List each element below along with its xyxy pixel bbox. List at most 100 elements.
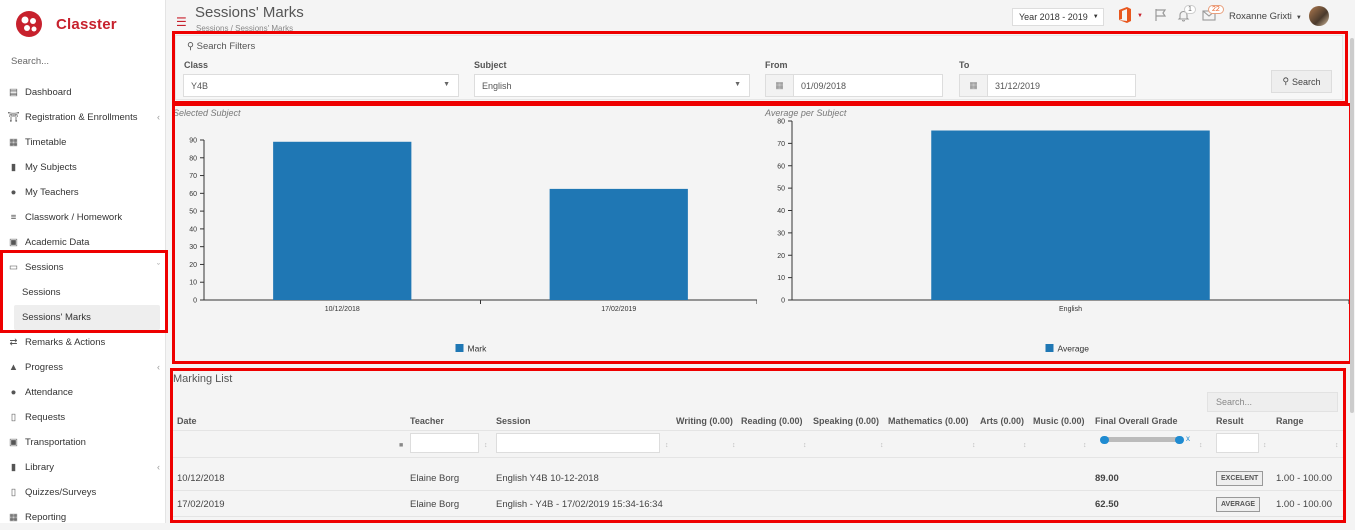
sidebar-subitem-sessions-marks[interactable]: Sessions' Marks	[14, 305, 160, 330]
sidebar-item-library[interactable]: ▮ Library ‹	[0, 455, 166, 480]
charts-area: Selected Subject Average per Subject 0 10…	[172, 106, 1350, 362]
range-clear-button[interactable]: x	[1186, 434, 1190, 443]
calendar-icon[interactable]: ▦	[959, 74, 987, 97]
app-logo[interactable]: Classter	[14, 8, 117, 40]
search-icon: ⚲	[1282, 76, 1290, 86]
sidebar-item-label: Requests	[25, 412, 66, 423]
sidebar-subitem-sessions[interactable]: Sessions	[0, 280, 166, 305]
y-tick-label: 10	[777, 275, 785, 282]
result-filter-input[interactable]	[1216, 433, 1259, 453]
calendar-icon[interactable]: ▦	[765, 74, 793, 97]
y-tick-label: 40	[189, 226, 197, 233]
sidebar-item-progress[interactable]: ▲ Progress ‹	[0, 355, 166, 380]
subject-select[interactable]: English ▼	[474, 74, 750, 97]
from-date-input[interactable]: 01/09/2018	[793, 74, 943, 97]
y-tick-label: 60	[777, 163, 785, 170]
user-menu[interactable]: Roxanne Grixti ▼	[1229, 11, 1302, 22]
grade-range-slider[interactable]	[1100, 435, 1184, 444]
sidebar-item-label: Reporting	[25, 512, 67, 523]
sidebar-item-my-teachers[interactable]: ● My Teachers	[0, 180, 166, 205]
id-card-icon: ▣	[9, 237, 18, 248]
y-tick-label: 80	[189, 155, 197, 162]
sidebar-item-label: Classwork / Homework	[25, 212, 123, 223]
class-select[interactable]: Y4B ▼	[183, 74, 459, 97]
sidebar-item-quizzes-surveys[interactable]: ▯ Quizzes/Surveys	[0, 480, 166, 505]
sidebar-item-registration-enrollments[interactable]: ⛩ Registration & Enrollments ‹	[0, 105, 166, 130]
sidebar-item-timetable[interactable]: ▦ Timetable	[0, 130, 166, 155]
sidebar-item-label: Attendance	[25, 387, 74, 398]
sidebar-item-label: Remarks & Actions	[25, 337, 106, 348]
bus-icon: ▣	[9, 437, 18, 448]
column-header-mathematics-0-00[interactable]: Mathematics (0.00)	[888, 416, 969, 426]
column-header-date[interactable]: Date	[177, 416, 197, 426]
sort-icon[interactable]: ↕	[732, 442, 736, 449]
sort-icon[interactable]: ↕	[1023, 442, 1027, 449]
sort-icon[interactable]: ↕	[665, 442, 669, 449]
session-filter-input[interactable]	[496, 433, 660, 453]
book-icon: ▮	[10, 162, 17, 173]
teacher-filter-input[interactable]	[410, 433, 479, 453]
to-date-input[interactable]: 31/12/2019	[987, 74, 1136, 97]
search-button[interactable]: ⚲ Search	[1271, 70, 1332, 93]
sidebar-item-sessions[interactable]: ▭ Sessions ˇ	[0, 255, 166, 280]
session-cell: English Y4B 10-12-2018	[496, 473, 599, 484]
column-header-teacher[interactable]: Teacher	[410, 416, 444, 426]
sidebar-item-transportation[interactable]: ▣ Transportation	[0, 430, 166, 455]
page-scrollbar[interactable]	[1350, 38, 1354, 413]
column-header-range[interactable]: Range	[1276, 416, 1304, 426]
y-tick-label: 70	[777, 141, 785, 148]
sort-icon[interactable]: ↕	[1335, 442, 1339, 449]
table-row[interactable]: 17/02/2019 Elaine Borg English - Y4B - 17/…	[173, 492, 1343, 517]
sidebar-item-remarks-actions[interactable]: ⇄ Remarks & Actions	[0, 330, 166, 355]
marking-list: Marking List Search... Date Teacher Sessio…	[173, 370, 1348, 520]
sidebar-item-academic-data[interactable]: ▣ Academic Data	[0, 230, 166, 255]
flag-icon[interactable]	[1154, 8, 1168, 25]
users-icon: ●	[10, 187, 17, 198]
table-row[interactable]: 10/12/2018 Elaine Borg English Y4B 10-12-2…	[173, 466, 1343, 491]
file-icon: ▯	[10, 412, 17, 423]
sidebar-item-label: Sessions	[25, 262, 64, 273]
column-header-speaking-0-00[interactable]: Speaking (0.00)	[813, 416, 879, 426]
sidebar-item-reporting[interactable]: ▦ Reporting	[0, 505, 166, 530]
user-caret-icon: ▼	[1295, 15, 1302, 21]
library-icon: ▮	[10, 462, 17, 473]
caret-down-icon[interactable]: ▼	[1137, 13, 1143, 19]
search-icon: ⚲	[187, 41, 194, 52]
sidebar-item-label: Dashboard	[25, 87, 72, 98]
column-header-writing-0-00[interactable]: Writing (0.00)	[676, 416, 733, 426]
range-max-handle[interactable]	[1175, 435, 1184, 444]
sort-icon[interactable]: ↕	[1083, 442, 1087, 449]
office-icon[interactable]	[1118, 7, 1132, 26]
sort-icon[interactable]: ↕	[1263, 442, 1267, 449]
subject-label: Subject	[474, 60, 507, 70]
sort-icon[interactable]: ↕	[972, 442, 976, 449]
sort-icon[interactable]: ↕	[803, 442, 807, 449]
y-tick-label: 80	[777, 119, 785, 126]
menu-toggle-icon[interactable]: ☰	[176, 15, 187, 29]
sidebar-search-input[interactable]: Search...	[11, 56, 151, 67]
sidebar-item-requests[interactable]: ▯ Requests	[0, 405, 166, 430]
breadcrumb[interactable]: Sessions / Sessions' Marks	[196, 24, 293, 32]
column-header-music-0-00[interactable]: Music (0.00)	[1033, 416, 1085, 426]
chevron-left-icon: ‹	[157, 462, 160, 472]
sort-icon[interactable]: ↕	[484, 442, 488, 449]
avatar[interactable]	[1309, 6, 1329, 26]
sidebar-item-attendance[interactable]: ● Attendance	[0, 380, 166, 405]
table-search-input[interactable]: Search...	[1207, 392, 1338, 412]
sidebar-item-dashboard[interactable]: ▤ Dashboard	[0, 80, 166, 105]
sort-icon[interactable]: ↕	[880, 442, 884, 449]
selected-subject-chart: 0 10 20 30 40 50 60 70 80 90 10/12/2018 17/02/2019 M…	[189, 138, 757, 354]
sort-icon[interactable]: ↕	[1199, 442, 1203, 449]
column-header-result[interactable]: Result	[1216, 416, 1244, 426]
sidebar-item-classwork-homework[interactable]: ≡ Classwork / Homework	[0, 205, 166, 230]
column-header-session[interactable]: Session	[496, 416, 531, 426]
sidebar-item-label: Quizzes/Surveys	[25, 487, 97, 498]
sidebar-item-my-subjects[interactable]: ▮ My Subjects	[0, 155, 166, 180]
chevron-down-icon: ▼	[1092, 14, 1099, 20]
column-header-arts-0-00[interactable]: Arts (0.00)	[980, 416, 1024, 426]
column-header-final-overall-grade[interactable]: Final Overall Grade	[1095, 416, 1178, 426]
column-header-reading-0-00[interactable]: Reading (0.00)	[741, 416, 803, 426]
range-cell: 1.00 - 100.00	[1276, 473, 1332, 484]
year-selector[interactable]: Year 2018 - 2019 ▼	[1012, 8, 1104, 26]
range-min-handle[interactable]	[1100, 435, 1109, 444]
